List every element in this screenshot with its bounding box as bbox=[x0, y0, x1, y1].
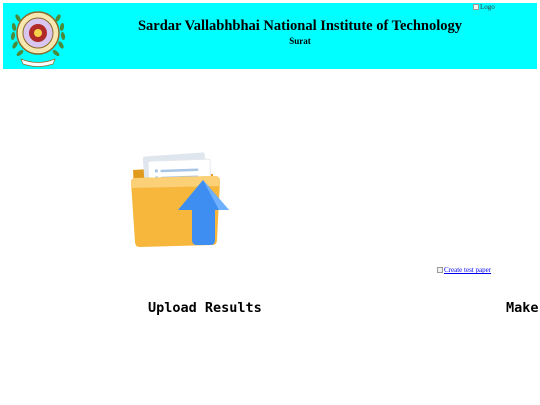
broken-image-icon bbox=[473, 4, 479, 10]
institute-name: Sardar Vallabhbhai National Institute of… bbox=[137, 18, 463, 34]
make-test-paper-label[interactable]: Make bbox=[506, 300, 539, 316]
create-test-paper-alt-text[interactable]: Create test paper bbox=[444, 266, 491, 274]
broken-image-icon bbox=[437, 267, 443, 273]
upload-results-label[interactable]: Upload Results bbox=[148, 300, 262, 316]
logo-alt-text: Logo bbox=[480, 3, 495, 11]
site-header: Sardar Vallabhbhai National Institute of… bbox=[3, 3, 537, 69]
create-test-paper-link[interactable]: Create test paper bbox=[437, 266, 491, 274]
folder-upload-icon[interactable] bbox=[127, 148, 235, 252]
institute-city: Surat bbox=[289, 36, 311, 46]
logo-image: Logo bbox=[473, 3, 495, 11]
